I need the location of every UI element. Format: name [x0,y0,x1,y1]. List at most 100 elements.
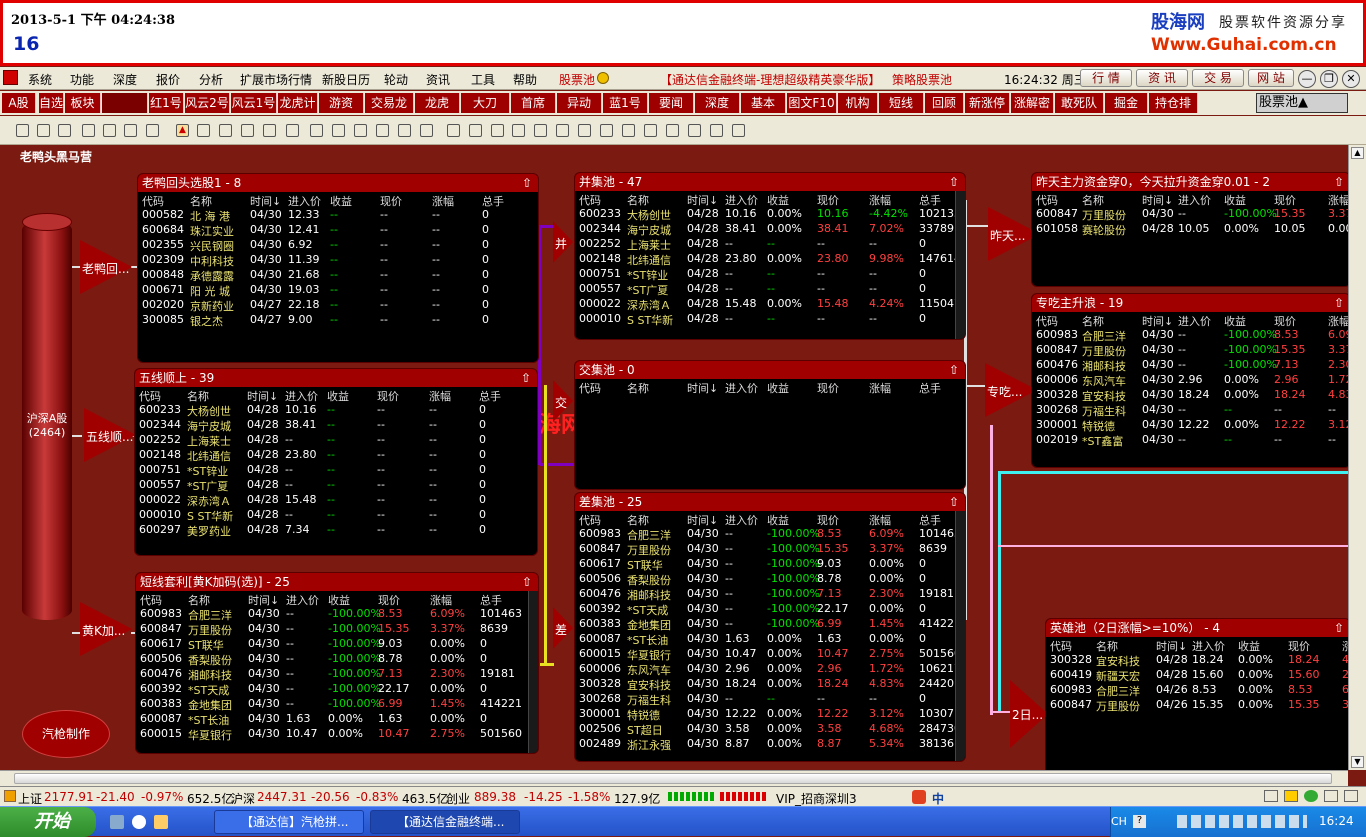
tab-depth[interactable]: 深度 [695,93,740,113]
vertical-scrollbar[interactable]: ▲ ▼ [1348,145,1366,770]
group-icon[interactable] [286,124,299,137]
tab-red-1[interactable]: 红1号 [149,93,184,113]
quote-button[interactable]: 行 情 [1080,69,1132,87]
trash-icon[interactable] [491,124,504,137]
column-header[interactable]: 总手 [479,388,501,404]
column-header[interactable]: 代码 [579,380,601,396]
trade-button[interactable]: 交 易 [1192,69,1244,87]
column-header[interactable]: 进入价 [1178,192,1211,208]
column-header[interactable]: 总手 [480,592,502,608]
panel-diff[interactable]: 差集池 - 25 ⇧ 代码 名称 时间↓ 进入价 收益 现价 涨幅 总手 600983 合肥三洋 04/… [574,492,966,762]
column-header[interactable]: 时间↓ [1142,313,1173,329]
tab-blue-1[interactable]: 蓝1号 [603,93,648,113]
tab-dare-squad[interactable]: 敢死队 [1055,93,1104,113]
menu-function[interactable]: 功能 [70,71,94,88]
horizontal-scrollbar[interactable] [0,770,1348,786]
tab-review[interactable]: 回顾 [925,93,964,113]
column-header[interactable]: 收益 [327,388,349,404]
window-icon[interactable] [1264,790,1278,802]
menu-strategy-pool[interactable]: 策略股票池 [892,71,952,88]
column-header[interactable]: 收益 [1224,192,1246,208]
column-header[interactable]: 代码 [140,592,162,608]
panel-huangk[interactable]: 短线套利[黄K加码(选)] - 25 ⇧ 代码 名称 时间↓ 进入价 收益 现价 涨幅 总手 600… [135,572,539,754]
collapse-icon[interactable]: ⇧ [521,369,531,387]
column-header[interactable]: 时间↓ [687,192,718,208]
ime-icon[interactable] [912,790,926,804]
new-icon[interactable] [16,124,29,137]
panel-intersect[interactable]: 交集池 - 0 ⇧ 代码 名称 时间↓ 进入价 收益 现价 涨幅 总手 [574,360,966,490]
stop-icon[interactable] [146,124,159,137]
column-header[interactable]: 进入价 [288,193,321,209]
collapse-icon[interactable]: ⇧ [522,573,532,591]
column-header[interactable]: 时间↓ [247,388,278,404]
tab-a-shares[interactable]: A股 [2,93,36,113]
browser-icon[interactable] [132,815,146,829]
list-icon[interactable] [219,124,232,137]
tab-short-term[interactable]: 短线 [879,93,924,113]
column-header[interactable]: 现价 [377,388,399,404]
column-header[interactable]: 收益 [1224,313,1246,329]
server-name[interactable]: VIP_招商深圳3 [776,790,857,807]
column-header[interactable]: 代码 [1036,192,1058,208]
panel-scrollbar[interactable] [528,591,538,753]
column-header[interactable]: 收益 [767,380,789,396]
column-header[interactable]: 名称 [627,512,649,528]
column-header[interactable]: 名称 [627,192,649,208]
column-header[interactable]: 现价 [817,512,839,528]
align-center-icon[interactable] [600,124,613,137]
column-header[interactable]: 代码 [579,512,601,528]
collapse-icon[interactable]: ⇧ [1334,619,1344,637]
collapse-icon[interactable]: ⇧ [949,361,959,379]
copy-icon[interactable] [447,124,460,137]
tab-big-blade[interactable]: 大刀 [461,93,510,113]
column-header[interactable]: 进入价 [725,380,758,396]
pool-selector[interactable]: 股票池▲ [1256,93,1348,113]
align-right-icon[interactable] [622,124,635,137]
scroll-up-icon[interactable]: ▲ [1351,147,1364,159]
column-header[interactable]: 涨幅 [432,193,454,209]
language-indicator[interactable]: CH [1111,815,1127,828]
minimize-icon[interactable]: — [1298,70,1316,88]
column-header[interactable]: 涨幅 [1328,192,1348,208]
tab-sectors[interactable]: 板块 [65,93,101,113]
website-button[interactable]: 网 站 [1248,69,1294,87]
column-header[interactable]: 涨幅 [869,380,891,396]
tab-new-limit-up[interactable]: 新涨停 [965,93,1010,113]
align-left-icon[interactable] [578,124,591,137]
collapse-icon[interactable]: ⇧ [949,493,959,511]
task-item-tdx-1[interactable]: 【通达信】汽枪拼... [214,810,364,834]
column-header[interactable]: 收益 [330,193,352,209]
column-header[interactable]: 进入价 [725,512,758,528]
connect-icon[interactable] [1304,790,1318,802]
column-header[interactable]: 名称 [188,592,210,608]
column-header[interactable]: 涨幅 [1328,313,1348,329]
column-header[interactable]: 时间↓ [687,380,718,396]
ime-chinese-icon[interactable]: 中 [932,790,944,807]
column-header[interactable]: 名称 [1096,638,1118,654]
play-icon[interactable] [103,124,116,137]
collapse-icon[interactable]: ⇧ [949,173,959,191]
column-header[interactable]: 总手 [919,512,941,528]
distribute-icon[interactable] [710,124,723,137]
roundrect-icon[interactable] [376,124,389,137]
column-header[interactable]: 名称 [187,388,209,404]
tab-chief[interactable]: 首席 [511,93,556,113]
help-icon[interactable] [1324,790,1338,802]
column-header[interactable]: 现价 [817,192,839,208]
panel-heroes[interactable]: 英雄池（2日涨幅>=10%） - 4⇧代码名称时间↓进入价收益现价涨300328… [1045,618,1348,770]
column-header[interactable]: 代码 [139,388,161,404]
panel-main-wave[interactable]: 专吃主升浪 - 19 ⇧ 代码 名称 时间↓ 进入价 收益 现价 涨幅 600983 合肥三洋 04/… [1031,293,1348,468]
size-icon[interactable] [732,124,745,137]
pause-icon[interactable] [124,124,137,137]
square-icon[interactable] [354,124,367,137]
start-button[interactable]: 开始 [0,807,96,837]
menu-rotation[interactable]: 轮动 [384,71,408,88]
circle-icon[interactable] [420,124,433,137]
column-header[interactable]: 代码 [1050,638,1072,654]
tab-blank[interactable] [102,93,148,113]
scroll-thumb[interactable] [14,773,1332,784]
tab-headlines[interactable]: 要闻 [649,93,694,113]
line-icon[interactable] [332,124,345,137]
scroll-down-icon[interactable]: ▼ [1351,756,1364,768]
column-header[interactable]: 时间↓ [1156,638,1187,654]
